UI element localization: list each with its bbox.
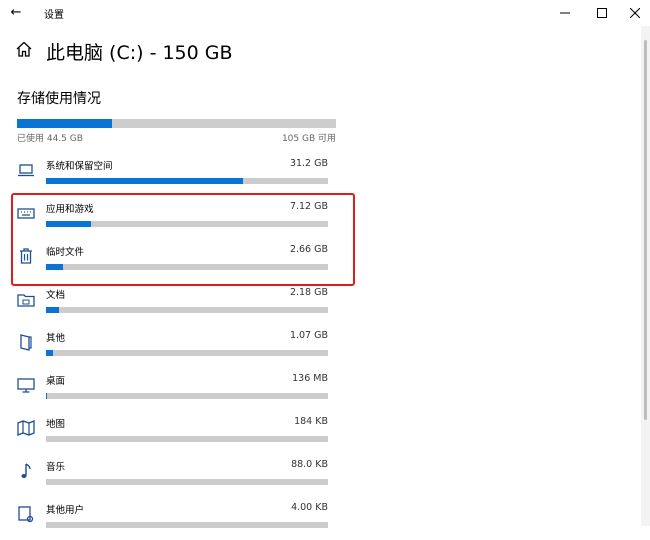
title-bar: ← 设置 [0, 0, 650, 26]
category-size: 2.18 GB [289, 287, 328, 298]
page-title: 此电脑 (C:) - 150 GB [46, 42, 233, 64]
storage-usage-heading: 存储使用情况 [17, 91, 101, 107]
category-system-reserved[interactable]: 系统和保留空间 31.2 GB [0, 156, 340, 196]
category-usage-fill [46, 350, 54, 356]
category-name: 音乐 [46, 462, 66, 473]
category-other-users[interactable]: 其他用户 4.00 KB [0, 500, 340, 540]
category-size: 184 KB [294, 416, 328, 427]
category-usage-bar [46, 393, 328, 399]
category-size: 136 MB [292, 373, 328, 384]
monitor-icon [17, 378, 35, 393]
category-name: 文档 [46, 290, 66, 301]
category-desktop[interactable]: 桌面 136 MB [0, 371, 340, 411]
scrollbar-thumb[interactable] [644, 40, 647, 420]
category-size: 31.2 GB [289, 158, 328, 169]
category-other[interactable]: 其他 1.07 GB [0, 328, 340, 368]
document-icon [20, 334, 32, 351]
category-usage-bar [46, 350, 328, 356]
window-title: 设置 [44, 10, 64, 21]
storage-used-fill [17, 119, 112, 128]
category-usage-bar [46, 178, 328, 184]
category-size: 88.0 KB [291, 459, 328, 470]
storage-total-bar [17, 119, 336, 128]
category-name: 桌面 [46, 376, 66, 387]
laptop-icon [18, 164, 34, 177]
home-icon[interactable] [15, 40, 33, 58]
category-usage-bar [46, 307, 328, 313]
used-space-label: 已使用 44.5 GB [17, 134, 83, 144]
users-icon [18, 506, 34, 523]
category-usage-fill [46, 307, 59, 313]
category-size: 1.07 GB [289, 330, 328, 341]
category-usage-bar [46, 479, 328, 485]
category-usage-fill [46, 178, 244, 184]
category-name: 其他用户 [46, 505, 85, 516]
category-usage-bar [46, 436, 328, 442]
category-usage-bar [46, 522, 328, 528]
category-name: 地图 [46, 419, 66, 430]
maximize-button[interactable] [585, 0, 618, 26]
back-button[interactable]: ← [6, 3, 26, 23]
close-icon [629, 8, 640, 18]
folder-icon [17, 294, 35, 307]
minimize-button[interactable] [548, 0, 581, 26]
category-size: 4.00 KB [291, 502, 328, 513]
category-maps[interactable]: 地图 184 KB [0, 414, 340, 454]
category-music[interactable]: 音乐 88.0 KB [0, 457, 340, 497]
maximize-icon [596, 8, 607, 18]
minimize-icon [559, 12, 570, 14]
category-documents[interactable]: 文档 2.18 GB [0, 285, 340, 325]
close-button[interactable] [618, 0, 650, 26]
category-usage-fill [46, 393, 48, 399]
highlight-box [11, 193, 355, 286]
category-name: 系统和保留空间 [46, 161, 113, 172]
category-name: 其他 [46, 333, 66, 344]
available-space-label: 105 GB 可用 [281, 134, 336, 144]
music-icon [21, 463, 31, 478]
map-icon [17, 420, 35, 436]
